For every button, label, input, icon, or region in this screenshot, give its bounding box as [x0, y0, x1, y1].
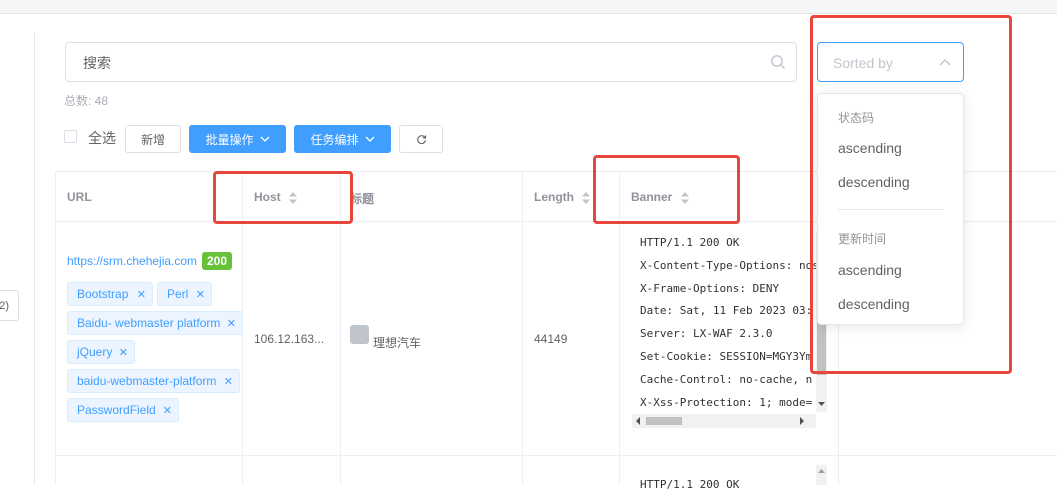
close-icon[interactable]: ✕ — [163, 404, 172, 417]
tag-label: Perl — [167, 287, 189, 301]
task-orchestration-label: 任务编排 — [310, 132, 359, 147]
search-input[interactable] — [81, 43, 765, 83]
banner-line: Server: LX-WAF 2.3.0 — [640, 327, 773, 341]
tech-tag[interactable]: jQuery ✕ — [67, 340, 135, 364]
close-icon[interactable]: ✕ — [119, 346, 128, 359]
column-length[interactable]: Length — [534, 190, 591, 205]
column-url: URL — [67, 190, 92, 204]
left-divider — [34, 33, 35, 485]
highlight-host — [213, 171, 353, 224]
tech-tag[interactable]: PasswordField ✕ — [67, 398, 179, 422]
length-cell: 44149 — [534, 332, 568, 346]
close-icon[interactable]: ✕ — [227, 317, 236, 330]
banner-line: X-Content-Type-Options: nosniff — [640, 258, 824, 272]
banner-line: Date: Sat, 11 Feb 2023 03: — [640, 304, 813, 318]
banner-line: Cache-Control: no-cache, n — [640, 372, 813, 386]
task-orchestration-button[interactable]: 任务编排 — [294, 125, 391, 153]
scroll-down-icon[interactable] — [816, 398, 827, 410]
tag-label: PasswordField — [77, 403, 156, 417]
add-button-label: 新增 — [140, 132, 165, 147]
scroll-left-icon[interactable] — [632, 415, 644, 427]
host-cell: 106.12.163... — [254, 332, 325, 346]
banner-line: X-Xss-Protection: 1; mode= — [640, 395, 813, 409]
scroll-up-icon[interactable] — [816, 466, 827, 476]
total-count: 总数: 48 — [64, 94, 109, 108]
close-icon[interactable]: ✕ — [137, 288, 146, 301]
scrollbar-thumb[interactable] — [646, 417, 682, 425]
tech-tag[interactable]: Bootstrap ✕ — [67, 282, 153, 306]
highlight-sort-dropdown — [810, 15, 1012, 374]
column-divider — [522, 171, 523, 485]
tech-tag[interactable]: Baidu- webmaster platform ✕ — [67, 311, 243, 335]
add-button[interactable]: 新增 — [125, 125, 181, 153]
pagination-label: 2) — [0, 299, 9, 312]
chevron-down-icon — [365, 136, 374, 142]
tag-label: Baidu- webmaster platform — [77, 316, 221, 330]
pagination-button[interactable]: 2) — [0, 290, 19, 321]
batch-operation-button[interactable]: 批量操作 — [189, 125, 286, 153]
tag-label: jQuery — [77, 345, 113, 359]
sort-caret-icon[interactable] — [581, 191, 591, 205]
close-icon[interactable]: ✕ — [224, 375, 233, 388]
chevron-down-icon — [260, 136, 269, 142]
banner-line: X-Frame-Options: DENY — [640, 281, 780, 295]
banner-line: Set-Cookie: SESSION=MGY3Ym — [640, 349, 813, 363]
search-icon[interactable] — [770, 54, 786, 70]
close-icon[interactable]: ✕ — [196, 288, 205, 301]
refresh-button[interactable] — [399, 125, 443, 153]
row-divider — [55, 455, 1057, 456]
tech-tag[interactable]: baidu-webmaster-platform ✕ — [67, 369, 240, 393]
refresh-icon — [416, 134, 426, 144]
batch-operation-label: 批量操作 — [205, 132, 254, 147]
tag-label: Bootstrap — [77, 287, 129, 301]
banner-text-area[interactable]: HTTP/1.1 200 OK X-Content-Type-Options: … — [632, 232, 824, 427]
scroll-right-icon[interactable] — [796, 415, 808, 427]
table-border — [55, 171, 56, 485]
top-bar — [0, 0, 1057, 14]
favicon-image — [350, 325, 369, 344]
highlight-banner — [593, 155, 740, 224]
title-cell: 理想汽车 — [373, 336, 422, 350]
url-link[interactable]: https://srm.chehejia.com — [67, 254, 197, 268]
tag-label: baidu-webmaster-platform — [77, 374, 217, 388]
column-title: 标题 — [350, 192, 375, 206]
status-badge: 200 — [202, 252, 233, 270]
banner-line: HTTP/1.1 200 OK — [640, 236, 740, 249]
select-all-checkbox[interactable] — [64, 130, 77, 143]
search-box[interactable] — [65, 42, 797, 83]
select-all-label[interactable]: 全选 — [88, 128, 116, 148]
column-length-label: Length — [534, 190, 574, 204]
tech-tag[interactable]: Perl ✕ — [157, 282, 212, 306]
